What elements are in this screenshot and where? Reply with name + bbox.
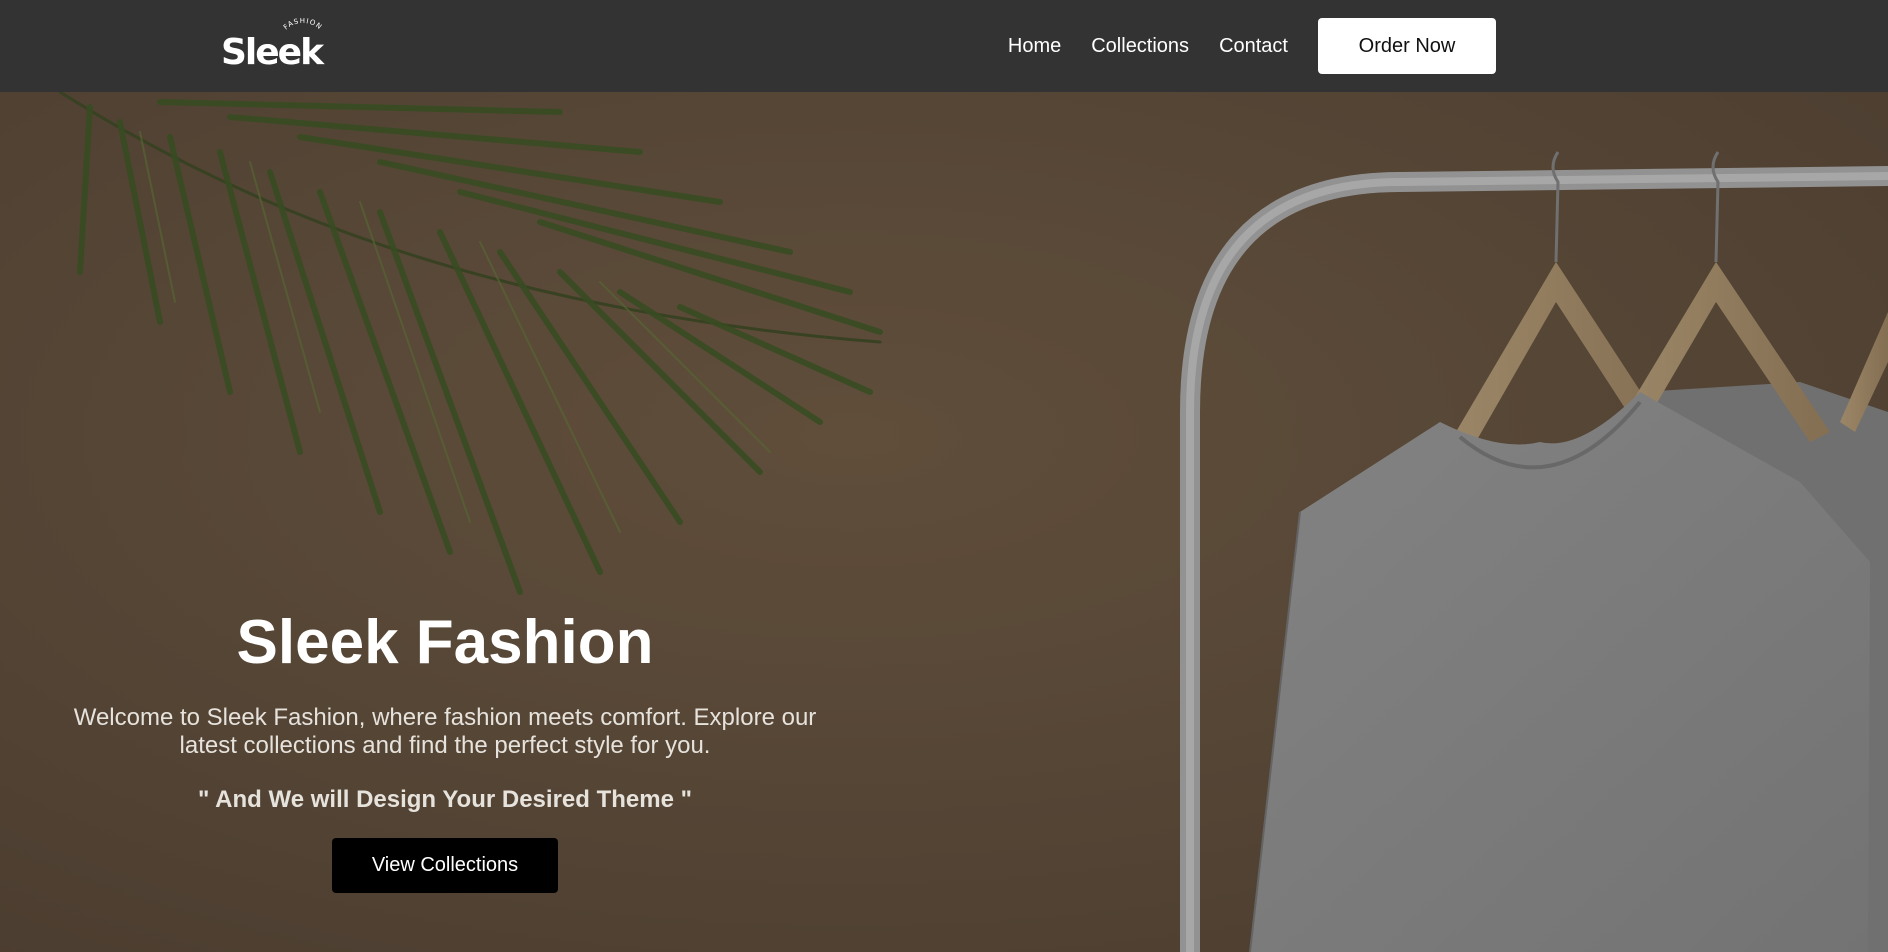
nav-links: Home Collections Contact Order Now xyxy=(1008,0,1496,92)
hero-tagline: " And We will Design Your Desired Theme … xyxy=(198,786,692,813)
svg-text:FASHION: FASHION xyxy=(282,18,324,32)
nav-link-collections[interactable]: Collections xyxy=(1091,35,1189,58)
hero-description: Welcome to Sleek Fashion, where fashion … xyxy=(73,704,817,759)
nav-link-contact[interactable]: Contact xyxy=(1219,35,1288,58)
logo-subtext: FASHION xyxy=(282,18,323,32)
brand-logo[interactable]: Sleek FASHION xyxy=(218,18,328,68)
hero-title: Sleek Fashion xyxy=(236,608,654,677)
hero-content: Sleek Fashion Welcome to Sleek Fashion, … xyxy=(60,612,830,893)
order-now-button[interactable]: Order Now xyxy=(1318,18,1496,74)
navbar: Sleek FASHION Home Collections Contact O… xyxy=(0,0,1888,92)
logo-wordmark: Sleek xyxy=(221,32,325,68)
hero-section: Sleek Fashion Welcome to Sleek Fashion, … xyxy=(0,92,1888,952)
nav-link-home[interactable]: Home xyxy=(1008,35,1061,58)
view-collections-button[interactable]: View Collections xyxy=(332,838,558,893)
